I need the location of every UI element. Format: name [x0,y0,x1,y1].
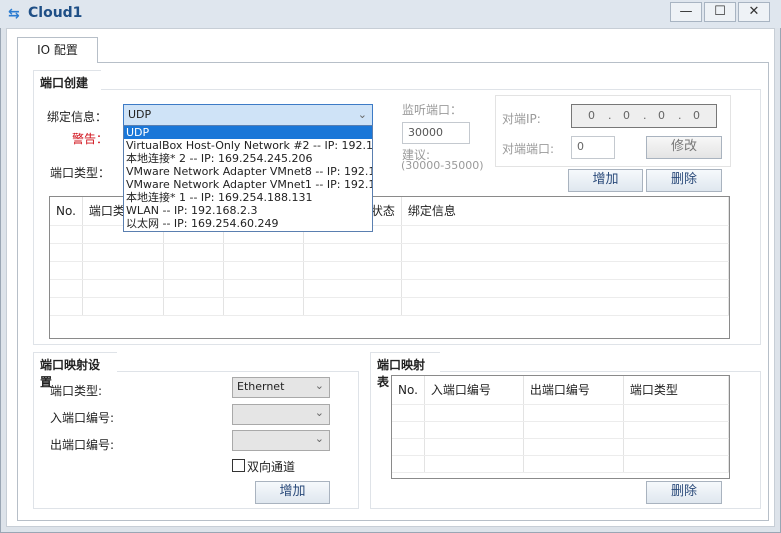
peer-ip-label: 对端IP: [502,112,541,126]
dropdown-option[interactable]: 本地连接* 2 -- IP: 169.254.245.206 [124,152,372,165]
ip-octet: 0 [588,109,595,122]
in-port-select[interactable]: ⌄ [232,404,330,425]
bidirectional-label: 双向通道 [247,460,296,474]
dropdown-option[interactable]: VMware Network Adapter VMnet8 -- IP: 192… [124,165,372,178]
col-no: No. [50,197,83,226]
peer-ip-input[interactable]: 0 . 0 . 0 . 0 [571,104,717,128]
out-port-label: 出端口编号: [50,438,115,452]
port-create-title: 端口创建 [33,70,101,90]
ip-octet: 0 [623,109,630,122]
col-port-type: 端口类型 [623,376,729,405]
port-map-table: No. 入端口编号 出端口编号 端口类型 [391,375,730,479]
ip-octet: 0 [693,109,700,122]
listen-port-input[interactable]: 30000 [402,122,470,144]
bind-label: 绑定信息： [47,110,108,124]
close-button[interactable]: ✕ [738,2,770,22]
window-title: Cloud1 [28,5,83,21]
dropdown-option[interactable]: WLAN -- IP: 192.168.2.3 [124,204,372,217]
ip-octet: 0 [658,109,665,122]
delete-mapping-button[interactable]: 删除 [646,481,722,504]
col-out-port: 出端口编号 [523,376,624,405]
cloud-icon: ⇆ [8,6,20,22]
bind-select[interactable]: UDP ⌄ [123,104,373,126]
col-in-port: 入端口编号 [424,376,524,405]
chevron-down-icon: ⌄ [357,108,367,121]
select-value: Ethernet [237,380,285,393]
dropdown-option[interactable]: UDP [124,126,372,139]
map-port-type-select[interactable]: Ethernet ⌄ [232,377,330,398]
ip-dot: . [608,109,612,122]
add-mapping-button[interactable]: 增加 [255,481,330,504]
out-port-select[interactable]: ⌄ [232,430,330,451]
delete-port-button[interactable]: 删除 [646,169,722,192]
port-map-table-title: 端口映射表 [370,352,440,389]
bind-select-value: UDP [128,108,152,121]
listen-port-label: 监听端口： [402,103,463,117]
tab-io-config[interactable]: IO 配置 [17,37,98,63]
minimize-button[interactable]: — [670,2,702,22]
ip-dot: . [678,109,682,122]
add-port-button[interactable]: 增加 [568,169,643,192]
dropdown-option[interactable]: 本地连接* 1 -- IP: 169.254.188.131 [124,191,372,204]
peer-port-input[interactable]: 0 [571,136,615,159]
chevron-down-icon: ⌄ [314,406,324,419]
in-port-label: 入端口编号: [50,411,115,425]
port-map-settings-title: 端口映射设置 [33,352,117,389]
dropdown-option[interactable]: 以太网 -- IP: 169.254.60.249 [124,217,372,230]
title-bar: ⇆ Cloud1 — ☐ ✕ [0,0,781,28]
dropdown-option[interactable]: VirtualBox Host-Only Network #2 -- IP: 1… [124,139,372,152]
col-no: No. [392,376,425,405]
bind-dropdown-list[interactable]: UDP VirtualBox Host-Only Network #2 -- I… [123,125,373,232]
ip-dot: . [643,109,647,122]
dropdown-option[interactable]: VMware Network Adapter VMnet1 -- IP: 192… [124,178,372,191]
col-bind-info: 绑定信息 [401,197,729,226]
port-type-label: 端口类型： [50,166,111,180]
chevron-down-icon: ⌄ [314,379,324,392]
maximize-button[interactable]: ☐ [704,2,736,22]
warning-label: 警告： [72,132,109,146]
bidirectional-checkbox[interactable] [232,459,245,472]
map-port-type-label: 端口类型: [50,384,103,398]
peer-port-label: 对端端口: [502,142,555,156]
suggest-range: (30000-35000) [401,159,484,172]
modify-button[interactable]: 修改 [646,136,722,159]
chevron-down-icon: ⌄ [314,432,324,445]
